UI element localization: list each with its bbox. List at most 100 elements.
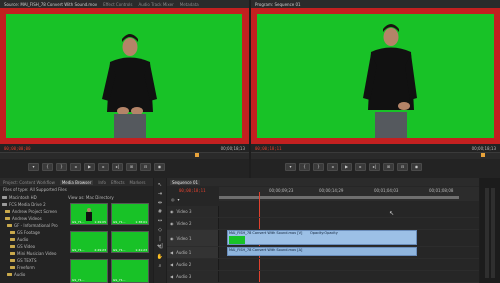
mark-out-icon[interactable]: { — [299, 163, 310, 171]
selection-tool-icon[interactable]: ↖ — [157, 182, 164, 189]
program-timecode-current[interactable]: 00;00;18;11 — [255, 146, 282, 151]
eye-icon[interactable]: ◉ — [170, 221, 174, 226]
tree-item[interactable]: Andrew Videos — [2, 215, 66, 222]
step-back-icon[interactable]: ◂ — [327, 163, 338, 171]
source-playhead-icon[interactable] — [195, 153, 199, 157]
eye-icon[interactable]: ◉ — [170, 236, 174, 241]
media-thumbnail-label: GS_71... — [113, 220, 126, 224]
tab-metadata[interactable]: Metadata — [180, 2, 199, 7]
media-tree: Macintosh HD FCS Media Drive 2 Andrew Pr… — [2, 194, 66, 282]
tree-item[interactable]: Freeform — [2, 264, 66, 271]
tree-item[interactable]: FCS Media Drive 2 — [2, 201, 66, 208]
razor-tool-icon[interactable]: ◇ — [157, 227, 164, 234]
files-of-type-dropdown[interactable]: Files of type: All Supported Files — [3, 187, 67, 192]
speaker-icon[interactable]: ◀ — [170, 262, 173, 267]
add-marker-icon[interactable]: ▾ — [178, 197, 180, 203]
overwrite-icon[interactable]: ⊟ — [140, 163, 151, 171]
go-to-in-icon[interactable]: } — [313, 163, 324, 171]
tree-item[interactable]: GF - Informational Pro — [2, 222, 66, 229]
tree-item[interactable]: GS Video — [2, 243, 66, 250]
tab-effect-controls[interactable]: Effect Controls — [103, 2, 132, 7]
tab-info[interactable]: Info — [98, 180, 106, 185]
media-thumbnail[interactable]: GS_71... — [111, 259, 149, 283]
tree-item[interactable]: Mini Musician Video — [2, 250, 66, 257]
media-thumbnail-label: GS_71... — [72, 220, 85, 224]
project-panel-tabs: Project: Content Workflow Media Browser … — [0, 178, 153, 186]
audio-clip[interactable]: MAI_FISH_78 Convert With Sound.mov [A] — [227, 247, 417, 256]
folder-icon — [10, 238, 15, 241]
meter-bar — [485, 188, 489, 278]
mark-out-icon[interactable]: { — [42, 163, 53, 171]
step-forward-icon[interactable]: ▸ — [355, 163, 366, 171]
step-forward-icon[interactable]: ▸ — [98, 163, 109, 171]
ruler-label: 00;00;09;23 — [269, 188, 294, 193]
zoom-tool-icon[interactable]: ⌕ — [157, 263, 164, 270]
folder-icon — [10, 245, 15, 248]
eye-icon[interactable]: ◉ — [170, 209, 174, 214]
play-icon[interactable]: ▶ — [341, 163, 352, 171]
hand-tool-icon[interactable]: ✋ — [157, 254, 164, 261]
source-transport: ▾ { } ◂ ▶ ▸ ▸| ⊞ ⊟ ◉ — [28, 163, 165, 171]
rate-stretch-tool-icon[interactable]: ↔ — [157, 218, 164, 225]
media-thumbnail[interactable]: GS_71... 1:38:01 — [111, 203, 149, 225]
tree-item[interactable]: GS Footage — [2, 229, 66, 236]
go-to-out-icon[interactable]: ▸| — [112, 163, 123, 171]
timeline-ruler[interactable]: 00;00;09;23 00;00;14;29 00;01;04;03 00;0… — [219, 187, 479, 201]
step-back-icon[interactable]: ◂ — [70, 163, 81, 171]
tab-project[interactable]: Project: Content Workflow — [3, 180, 55, 185]
source-scrub-bar[interactable] — [0, 152, 249, 159]
tree-item[interactable]: Macintosh HD — [2, 194, 66, 201]
media-thumbnail[interactable]: GS_71... 1:41:23 — [111, 231, 149, 253]
source-monitor: Source: MAI_FISH_78 Convert With Sound.m… — [0, 0, 249, 178]
tab-media-browser[interactable]: Media Browser — [59, 179, 94, 185]
insert-icon[interactable]: ⊞ — [126, 163, 137, 171]
mark-in-icon[interactable]: ▾ — [285, 163, 296, 171]
folder-icon — [7, 224, 12, 227]
timeline-header-controls: ◎ ▾ — [171, 197, 217, 203]
program-timecode-duration: 00;00;18;13 — [471, 145, 496, 151]
extract-icon[interactable]: ⊟ — [397, 163, 408, 171]
tree-item[interactable]: Audio — [2, 236, 66, 243]
slip-tool-icon[interactable]: |↔| — [157, 236, 164, 249]
media-thumbnail[interactable]: GS_71... 2:29:23 — [70, 231, 108, 253]
program-video-frame[interactable] — [257, 14, 494, 138]
view-as-dropdown[interactable]: View as: Mac Directory — [68, 195, 114, 200]
work-area-bar[interactable] — [219, 196, 459, 199]
drive-icon — [2, 196, 7, 199]
program-scrub-bar[interactable] — [251, 152, 500, 159]
track-label: Video 3 — [176, 209, 192, 214]
go-to-in-icon[interactable]: } — [56, 163, 67, 171]
media-thumbnail-label: GS_71... — [113, 248, 126, 252]
timeline-timecode[interactable]: 00;00;18;11 — [179, 188, 206, 193]
track-video-2: ◉ Video 2 — [167, 218, 479, 230]
tree-item[interactable]: Audio — [2, 271, 66, 278]
tab-audio-mixer[interactable]: Audio Track Mixer — [138, 2, 173, 7]
tab-source[interactable]: Source: MAI_FISH_78 Convert With Sound.m… — [4, 2, 97, 7]
track-select-tool-icon[interactable]: ⇥ — [157, 191, 164, 198]
tree-item[interactable]: GS TEXTS — [2, 257, 66, 264]
tab-markers[interactable]: Markers — [130, 180, 146, 185]
speaker-icon[interactable]: ◀ — [170, 250, 173, 255]
play-icon[interactable]: ▶ — [84, 163, 95, 171]
pen-tool-icon[interactable]: ✎ — [157, 245, 164, 252]
mark-in-icon[interactable]: ▾ — [28, 163, 39, 171]
source-video-frame[interactable] — [6, 14, 242, 138]
speaker-icon[interactable]: ◀ — [170, 274, 173, 279]
media-thumbnail[interactable]: GS_71... — [70, 259, 108, 283]
program-transport: ▾ { } ◂ ▶ ▸ ▸| ⊞ ⊟ ◉ — [285, 163, 422, 171]
program-playhead-icon[interactable] — [481, 153, 485, 157]
tab-effects[interactable]: Effects — [111, 180, 125, 185]
tree-item[interactable]: Andrew Project Screen — [2, 208, 66, 215]
export-frame-icon[interactable]: ◉ — [411, 163, 422, 171]
lift-icon[interactable]: ⊞ — [383, 163, 394, 171]
ripple-edit-tool-icon[interactable]: ⇹ — [157, 200, 164, 207]
source-timecode-current[interactable]: 00;00;00;00 — [4, 146, 31, 151]
tab-program[interactable]: Program: Sequence 01 — [255, 2, 301, 7]
go-to-out-icon[interactable]: ▸| — [369, 163, 380, 171]
video-clip[interactable]: MAI_FISH_78 Convert With Sound.mov [V] O… — [227, 230, 417, 245]
rolling-edit-tool-icon[interactable]: # — [157, 209, 164, 216]
export-frame-icon[interactable]: ◉ — [154, 163, 165, 171]
snap-icon[interactable]: ◎ — [171, 197, 175, 203]
tab-sequence[interactable]: Sequence 01 — [170, 179, 201, 185]
media-thumbnail[interactable]: GS_71... 1:49:05 — [70, 203, 108, 225]
